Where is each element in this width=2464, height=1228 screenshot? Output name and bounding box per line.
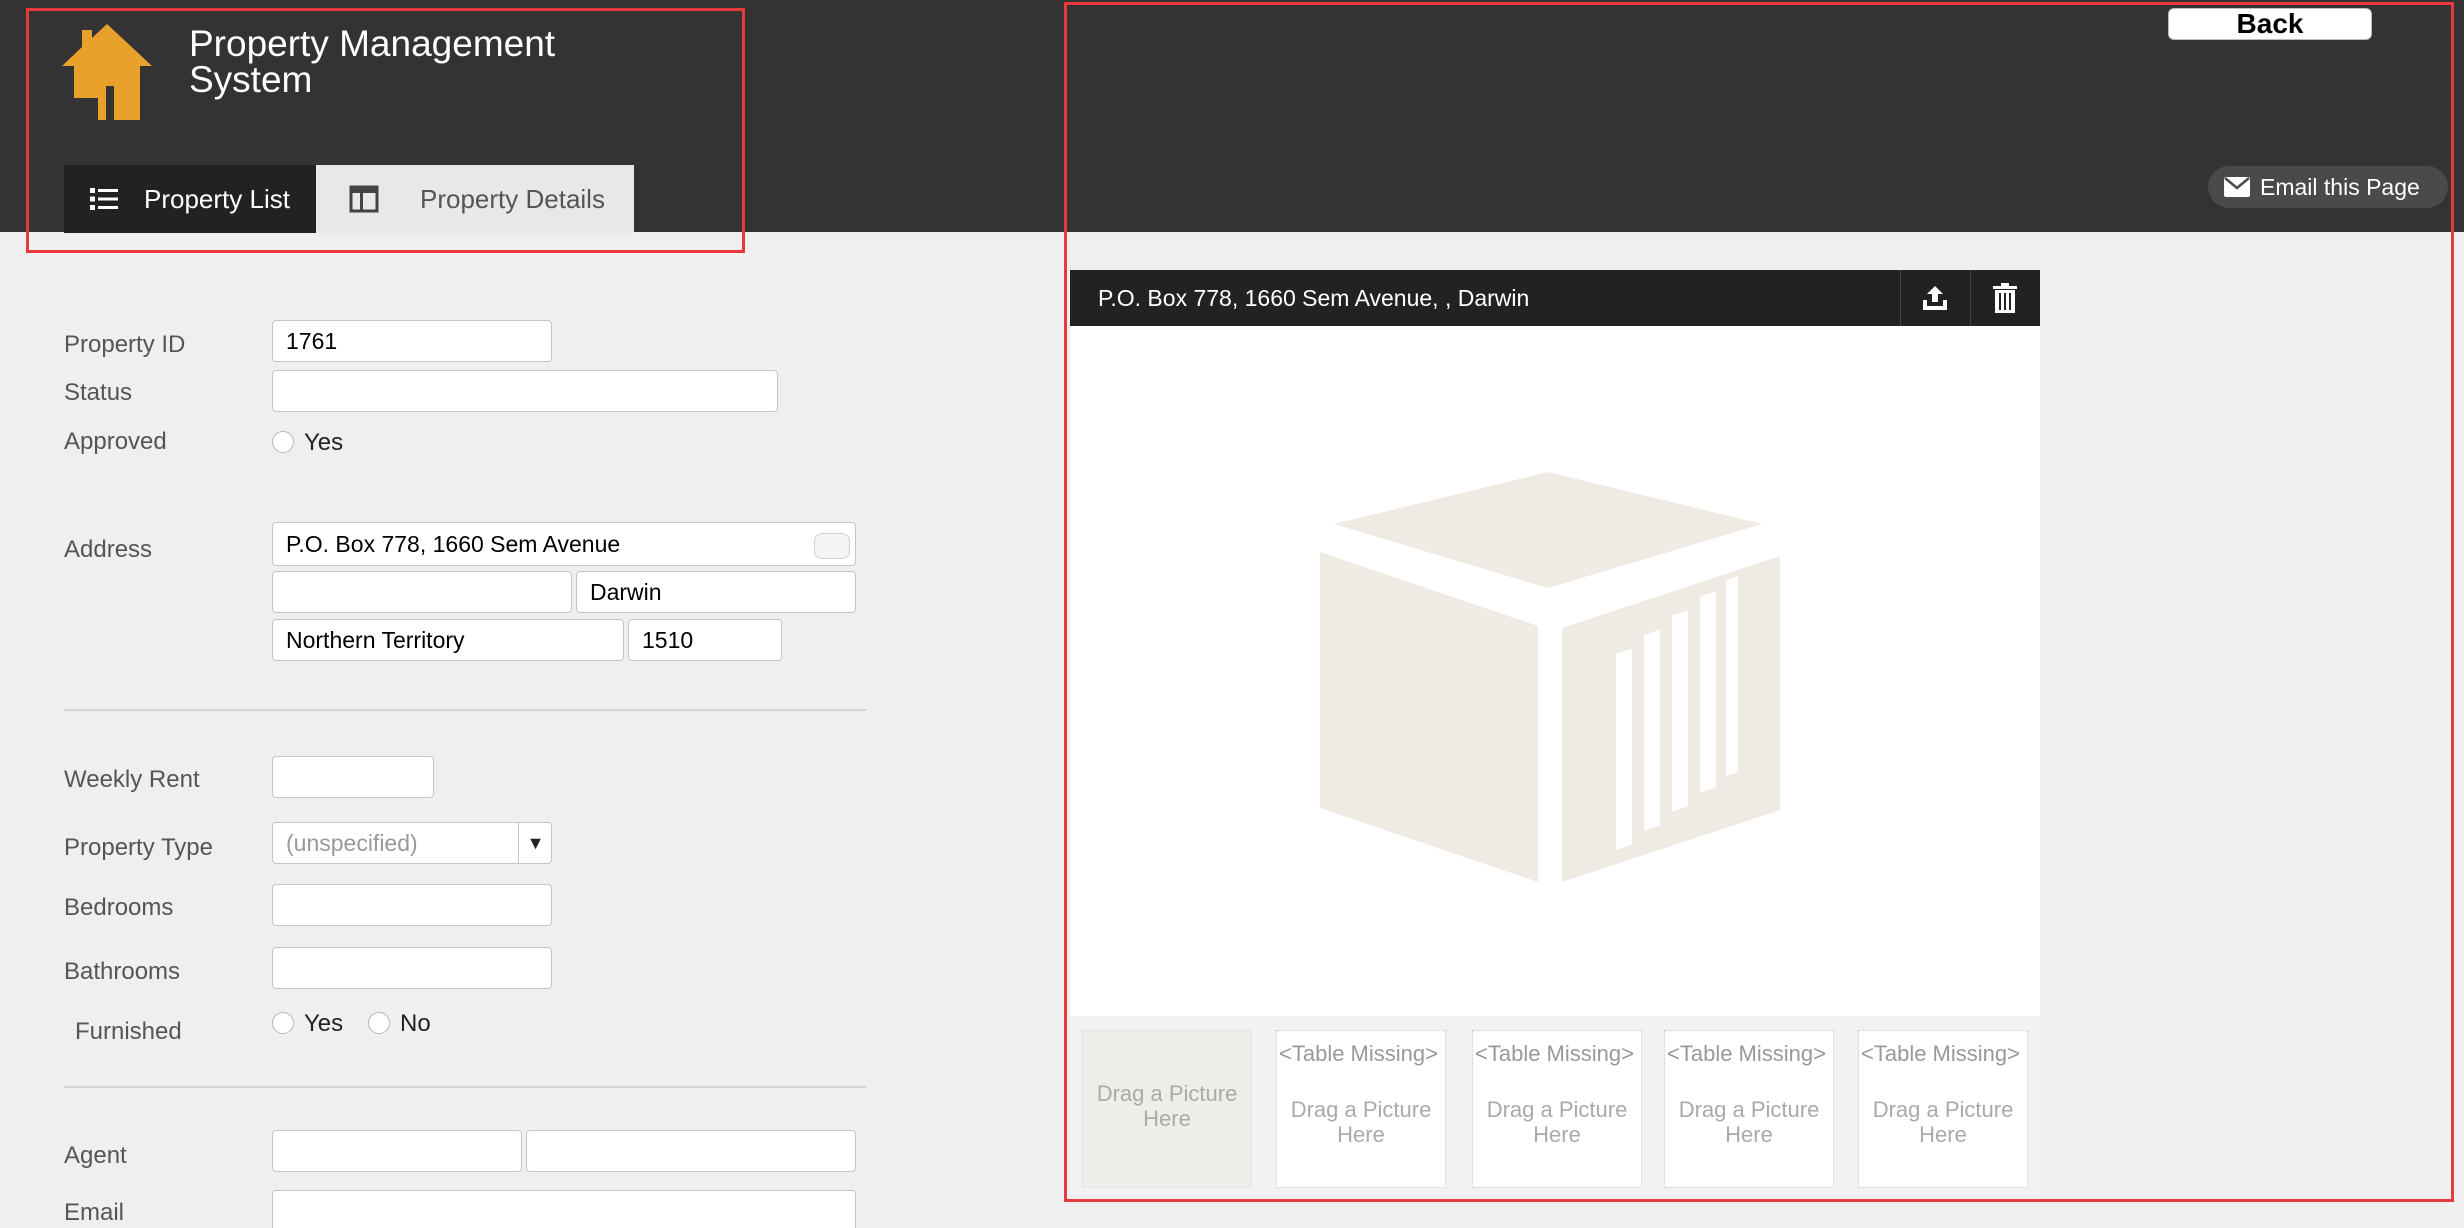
state-input[interactable]: Northern Territory — [272, 619, 624, 661]
tab-property-list[interactable]: Property List — [64, 165, 316, 233]
furnished-yes-radio[interactable] — [272, 1012, 294, 1034]
thumbnail-strip: Drag a Picture Here <Table Missing> Drag… — [1070, 1016, 2040, 1194]
property-card-header: P.O. Box 778, 1660 Sem Avenue, , Darwin — [1070, 270, 2040, 326]
drag-hint: Drag a Picture Here — [1678, 1097, 1820, 1147]
tab-property-details[interactable]: Property Details — [316, 165, 634, 233]
house-logo-icon — [62, 24, 152, 120]
drag-hint: Drag a Picture Here — [1096, 1081, 1238, 1131]
drag-hint: Drag a Picture Here — [1290, 1097, 1432, 1147]
email-label: Email — [64, 1199, 125, 1226]
drag-hint: Drag a Picture Here — [1872, 1097, 2014, 1147]
tab-label: Property List — [144, 183, 290, 214]
furnished-label: Furnished — [75, 1018, 182, 1045]
table-missing-text: <Table Missing> — [1475, 1041, 1634, 1066]
app-title: Property Management System — [189, 23, 556, 100]
list-icon — [90, 188, 118, 210]
mail-icon — [2224, 177, 2250, 197]
address-line1-input[interactable]: P.O. Box 778, 1660 Sem Avenue — [272, 522, 856, 566]
weekly-rent-input[interactable] — [272, 756, 434, 798]
bathrooms-input[interactable] — [272, 947, 552, 989]
trash-icon — [1992, 283, 2017, 313]
weekly-rent-label: Weekly Rent — [64, 766, 200, 793]
status-label: Status — [64, 379, 133, 406]
agent-first-input[interactable] — [272, 1130, 522, 1172]
table-missing-text: <Table Missing> — [1279, 1041, 1438, 1066]
tab-label: Property Details — [420, 183, 605, 214]
thumbnail-drop-zone[interactable]: <Table Missing> Drag a Picture Here — [1664, 1030, 1834, 1188]
agent-last-input[interactable] — [526, 1130, 856, 1172]
upload-button[interactable] — [1900, 270, 1968, 326]
approved-label: Approved — [64, 428, 167, 455]
address-toggle-button[interactable] — [814, 533, 850, 559]
property-type-select[interactable]: (unspecified) — [272, 822, 552, 864]
furnished-no-label: No — [400, 1010, 431, 1037]
postcode-input[interactable]: 1510 — [628, 619, 782, 661]
upload-icon — [1922, 286, 1947, 310]
email-input[interactable] — [272, 1190, 856, 1228]
app-header: Property Management System Property List… — [0, 0, 2464, 233]
delete-button[interactable] — [1970, 270, 2038, 326]
thumbnail-drop-zone[interactable]: Drag a Picture Here — [1082, 1030, 1252, 1188]
box-placeholder-icon — [1320, 472, 1780, 882]
property-card-title: P.O. Box 778, 1660 Sem Avenue, , Darwin — [1098, 285, 1530, 311]
bedrooms-input[interactable] — [272, 884, 552, 926]
city-input[interactable]: Darwin — [576, 571, 856, 613]
property-id-label: Property ID — [64, 331, 186, 358]
bathrooms-label: Bathrooms — [64, 958, 181, 985]
layout-icon — [349, 185, 379, 213]
email-page-label: Email this Page — [2260, 173, 2420, 200]
property-id-input[interactable]: 1761 — [272, 320, 552, 362]
approved-yes-radio[interactable] — [272, 431, 294, 453]
agent-label: Agent — [64, 1142, 127, 1169]
status-input[interactable] — [272, 370, 778, 412]
dropdown-arrow-icon[interactable]: ▼ — [518, 822, 552, 864]
thumbnail-drop-zone[interactable]: <Table Missing> Drag a Picture Here — [1472, 1030, 1642, 1188]
furnished-yes-label: Yes — [304, 1010, 344, 1037]
thumbnail-drop-zone[interactable]: <Table Missing> Drag a Picture Here — [1276, 1030, 1446, 1188]
back-button[interactable]: Back — [2168, 8, 2372, 40]
bedrooms-label: Bedrooms — [64, 894, 174, 921]
drag-hint: Drag a Picture Here — [1486, 1097, 1628, 1147]
table-missing-text: <Table Missing> — [1861, 1041, 2020, 1066]
section-divider — [64, 709, 866, 711]
table-missing-text: <Table Missing> — [1667, 1041, 1826, 1066]
section-divider — [64, 1086, 866, 1088]
address-label: Address — [64, 536, 153, 563]
thumbnail-drop-zone[interactable]: <Table Missing> Drag a Picture Here — [1858, 1030, 2028, 1188]
property-type-label: Property Type — [64, 834, 213, 861]
approved-yes-label: Yes — [304, 429, 344, 456]
address-line2-input[interactable] — [272, 571, 572, 613]
furnished-no-radio[interactable] — [368, 1012, 390, 1034]
email-page-button[interactable]: Email this Page — [2208, 166, 2448, 208]
